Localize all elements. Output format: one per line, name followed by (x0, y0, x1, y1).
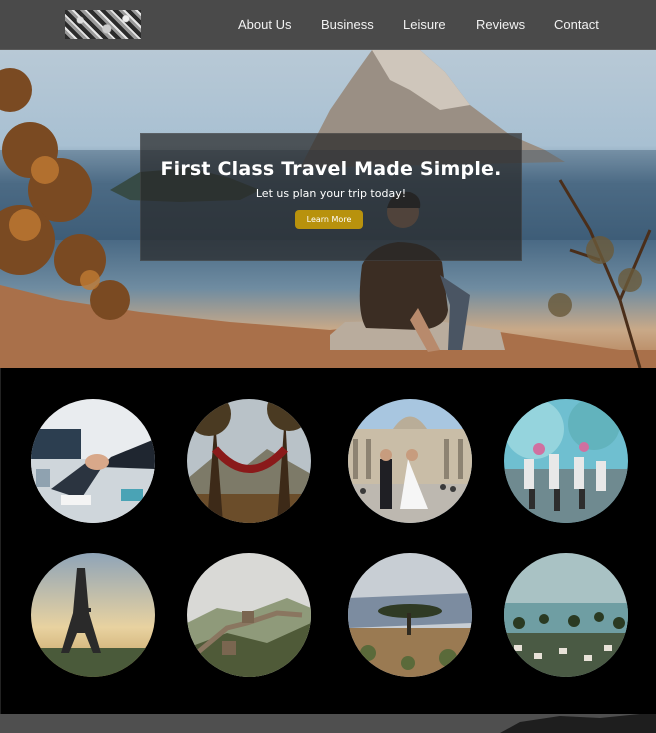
great-wall-image (187, 553, 311, 677)
destination-gallery (0, 368, 656, 714)
hero-banner: First Class Travel Made Simple. Let us p… (0, 50, 656, 368)
nav-business[interactable]: Business (321, 17, 374, 32)
nav-reviews[interactable]: Reviews (476, 17, 525, 32)
gallery-item-coastal-town[interactable] (504, 553, 628, 677)
acacia-savanna-image (348, 553, 472, 677)
color-festival-image (504, 399, 628, 523)
gallery-item-wedding[interactable] (348, 399, 472, 523)
site-header: About Us Business Leisure Reviews Contac… (0, 0, 656, 50)
nav-about-us[interactable]: About Us (238, 17, 291, 32)
wedding-square-image (348, 399, 472, 523)
footer-strip (0, 714, 656, 733)
hammock-image (187, 399, 311, 523)
business-handshake-image (31, 399, 155, 523)
gallery-item-business[interactable] (31, 399, 155, 523)
site-logo[interactable] (65, 10, 141, 39)
gallery-item-festival[interactable] (504, 399, 628, 523)
footer-decoration (500, 714, 656, 733)
eiffel-tower-image (31, 553, 155, 677)
nav-leisure[interactable]: Leisure (403, 17, 446, 32)
hero-title: First Class Travel Made Simple. (160, 158, 502, 180)
hero-overlay-panel: First Class Travel Made Simple. Let us p… (140, 133, 522, 261)
learn-more-button[interactable]: Learn More (295, 210, 363, 229)
hero-subtitle: Let us plan your trip today! (255, 187, 407, 200)
gallery-item-hammock[interactable] (187, 399, 311, 523)
gallery-item-great-wall[interactable] (187, 553, 311, 677)
nav-contact[interactable]: Contact (554, 17, 599, 32)
coastal-town-image (504, 553, 628, 677)
gallery-item-acacia[interactable] (348, 553, 472, 677)
gallery-item-eiffel[interactable] (31, 553, 155, 677)
